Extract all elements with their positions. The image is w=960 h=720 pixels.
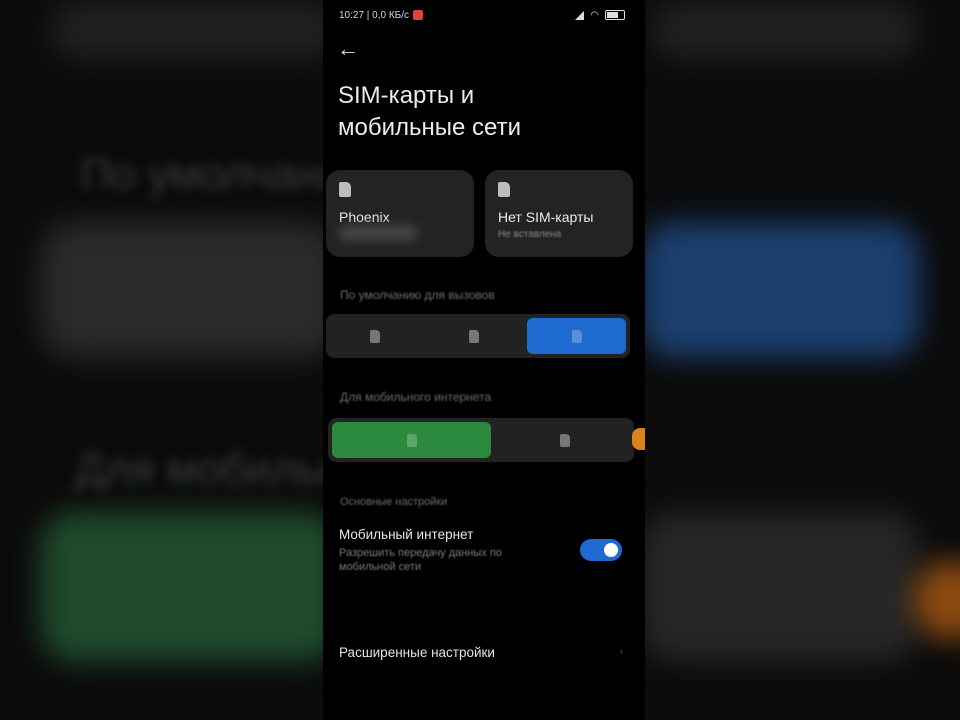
calls-option-sim2[interactable] xyxy=(425,314,524,358)
bg-blob xyxy=(40,222,340,358)
advanced-settings-item[interactable]: Расширенные настройки xyxy=(339,645,495,660)
sim-card-name: Нет SIM-карты xyxy=(498,209,594,225)
status-bar: 10:27 | 0,0 КБ/с ◠ xyxy=(339,7,625,23)
calls-sim-selector xyxy=(326,314,630,358)
mobile-internet-subtitle: Разрешить передачу данных по мобильной с… xyxy=(339,547,502,573)
data-option-sim1[interactable] xyxy=(332,422,492,458)
phone-screen: 10:27 | 0,0 КБ/с ◠ ← SIM-карты и мобильн… xyxy=(323,0,645,720)
sim-card-icon xyxy=(406,433,417,447)
mobile-internet-toggle[interactable] xyxy=(580,539,622,561)
sim-card-1[interactable]: Phoenix xyxy=(326,170,474,257)
record-icon xyxy=(413,10,424,20)
sim-card-icon xyxy=(370,329,381,343)
sim-card-icon xyxy=(559,433,570,447)
sim-card-icon xyxy=(498,182,510,197)
back-arrow-icon[interactable]: ← xyxy=(337,35,365,63)
sim-card-2[interactable]: Нет SIM-карты Не вставлена xyxy=(485,170,633,257)
data-sim-selector xyxy=(328,418,634,462)
bg-blob xyxy=(640,512,920,662)
sim-card-icon xyxy=(469,329,479,343)
toggle-knob xyxy=(604,543,618,557)
status-time: 10:27 | 0,0 КБ/с xyxy=(339,9,410,21)
bg-blob xyxy=(640,222,920,358)
signal-icon xyxy=(575,10,585,20)
calls-section-label: По умолчанию для вызовов xyxy=(340,288,495,302)
sim-card-name: Phoenix xyxy=(339,209,390,225)
floating-bubble[interactable] xyxy=(632,428,645,450)
sim-card-icon xyxy=(339,182,351,197)
calls-option-ask[interactable] xyxy=(527,318,627,354)
bg-blob xyxy=(40,512,340,662)
page-title: SIM-карты и мобильные сети xyxy=(338,82,521,141)
bg-blob xyxy=(50,0,340,60)
basic-settings-label: Основные настройки xyxy=(340,496,448,508)
wifi-icon: ◠ xyxy=(590,9,599,21)
sim-card-status: Не вставлена xyxy=(498,229,562,240)
data-section-label: Для мобильного интернета xyxy=(340,390,492,404)
calls-option-sim1[interactable] xyxy=(326,314,425,358)
chevron-right-icon: › xyxy=(619,646,623,657)
ask-icon xyxy=(571,329,582,343)
bg-text: Для мобильн xyxy=(75,445,344,494)
battery-icon xyxy=(605,10,625,20)
mobile-internet-title[interactable]: Мобильный интернет xyxy=(339,527,473,542)
bg-blob xyxy=(650,0,920,60)
data-option-sim2[interactable] xyxy=(495,418,634,462)
redacted-number xyxy=(338,225,418,241)
